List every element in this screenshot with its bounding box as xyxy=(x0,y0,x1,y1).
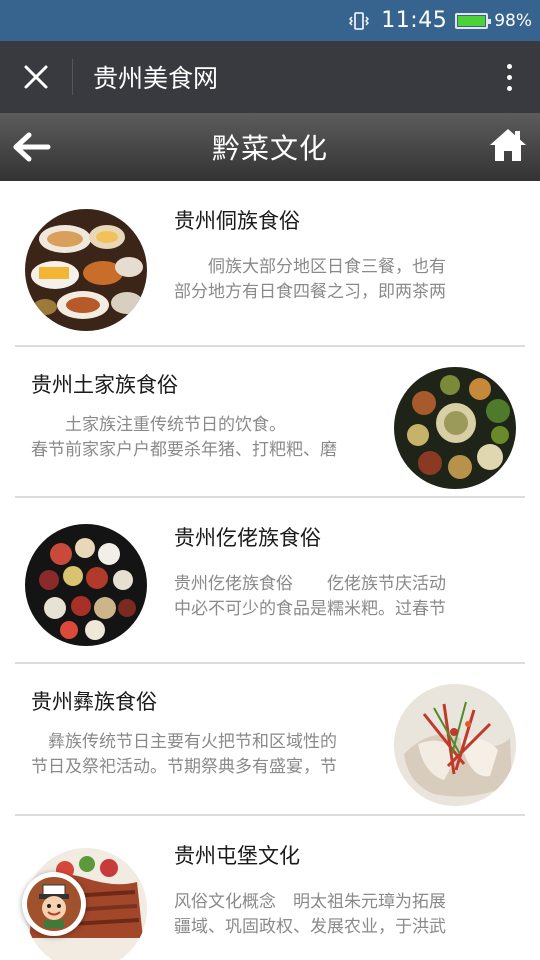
battery-percent: 98% xyxy=(494,10,532,31)
app-header: 贵州美食网 xyxy=(0,41,540,113)
article-summary: 侗族大部分地区日食三餐，也有 部分地方有日食四餐之习，即两茶两 xyxy=(174,255,486,305)
article-thumbnail xyxy=(25,209,147,331)
summary-line: 土家族注重传统节日的饮食。 xyxy=(31,415,286,435)
article-summary: 土家族注重传统节日的饮食。 春节前家家户户都要杀年猪、打粑粑、磨 xyxy=(31,413,383,463)
summary-line: 中必不可少的食品是糯米粑。过春节 xyxy=(174,599,446,619)
battery-icon xyxy=(455,12,492,29)
floating-chef-button[interactable] xyxy=(22,872,86,936)
article-summary: 彝族传统节日主要有火把节和区域性的 节日及祭祀活动。节期祭典多有盛宴，节 xyxy=(31,730,383,780)
summary-line: 侗族大部分地区日食三餐，也有 xyxy=(174,257,446,277)
list-item[interactable]: 贵州彝族食俗 彝族传统节日主要有火把节和区域性的 节日及祭祀活动。节期祭典多有盛… xyxy=(0,664,540,816)
list-item[interactable]: 贵州土家族食俗 土家族注重传统节日的饮食。 春节前家家户户都要杀年猪、打粑粑、磨 xyxy=(0,347,540,498)
summary-line: 风俗文化概念 明太祖朱元璋为拓展 xyxy=(174,892,446,912)
summary-line: 春节前家家户户都要杀年猪、打粑粑、磨 xyxy=(31,440,337,460)
article-title: 贵州侗族食俗 xyxy=(174,209,300,233)
summary-line: 贵州仡佬族食俗 仡佬族节庆活动 xyxy=(174,574,446,594)
more-menu-button[interactable] xyxy=(478,41,540,113)
article-thumbnail xyxy=(394,684,516,806)
article-title: 贵州彝族食俗 xyxy=(31,690,157,714)
article-thumbnail xyxy=(25,524,147,646)
status-time: 11:45 xyxy=(381,8,448,33)
summary-line: 部分地方有日食四餐之习，即两茶两 xyxy=(174,282,446,302)
back-button[interactable] xyxy=(12,127,54,167)
app-title: 贵州美食网 xyxy=(93,64,219,93)
article-title: 贵州屯堡文化 xyxy=(174,844,300,868)
page-nav-bar: 黔菜文化 xyxy=(0,113,540,181)
article-summary: 风俗文化概念 明太祖朱元璋为拓展 疆域、巩固政权、发展农业，于洪武 xyxy=(174,890,486,940)
close-icon xyxy=(24,65,48,89)
home-button[interactable] xyxy=(488,125,528,165)
vibrate-icon xyxy=(349,10,370,32)
battery-indicator: 98% xyxy=(455,11,532,31)
header-divider xyxy=(72,59,73,95)
page-title: 黔菜文化 xyxy=(211,132,328,165)
list-item[interactable]: 贵州侗族食俗 侗族大部分地区日食三餐，也有 部分地方有日食四餐之习，即两茶两 xyxy=(0,181,540,347)
article-list: 贵州侗族食俗 侗族大部分地区日食三餐，也有 部分地方有日食四餐之习，即两茶两 贵… xyxy=(0,181,540,960)
back-arrow-icon xyxy=(13,132,51,162)
article-title: 贵州仡佬族食俗 xyxy=(174,526,321,550)
chef-mascot-icon xyxy=(27,877,81,931)
list-item[interactable]: 贵州仡佬族食俗 贵州仡佬族食俗 仡佬族节庆活动 中必不可少的食品是糯米粑。过春节 xyxy=(0,498,540,664)
status-bar: 11:45 98% xyxy=(0,0,540,41)
summary-line: 彝族传统节日主要有火把节和区域性的 xyxy=(31,732,337,752)
article-summary: 贵州仡佬族食俗 仡佬族节庆活动 中必不可少的食品是糯米粑。过春节 xyxy=(174,572,486,622)
summary-line: 疆域、巩固政权、发展农业，于洪武 xyxy=(174,917,446,937)
article-thumbnail xyxy=(394,367,516,489)
more-icon xyxy=(506,63,512,91)
summary-line: 节日及祭祀活动。节期祭典多有盛宴，节 xyxy=(31,757,337,777)
close-button[interactable] xyxy=(0,41,72,113)
article-title: 贵州土家族食俗 xyxy=(31,373,178,397)
home-icon xyxy=(490,129,526,161)
